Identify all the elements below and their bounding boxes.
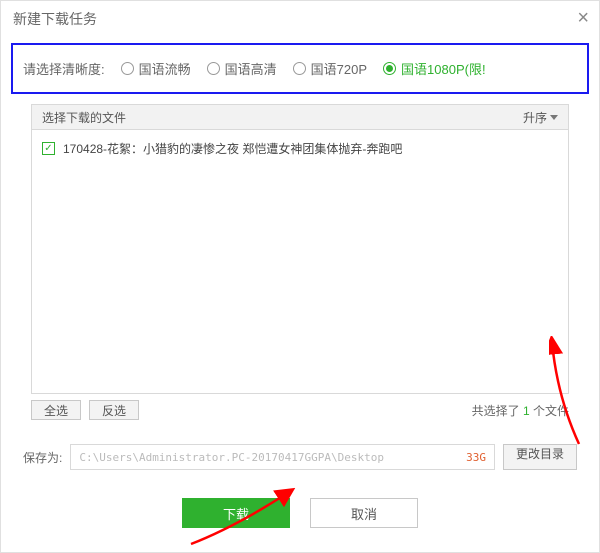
action-row: 下载 取消: [1, 498, 599, 528]
quality-option-label: 国语高清: [225, 59, 277, 78]
radio-icon: [383, 62, 396, 75]
titlebar: 新建下载任务 ×: [1, 1, 599, 37]
selection-bar: 全选 反选 共选择了 1 个文件: [31, 394, 569, 424]
selection-count: 1: [523, 404, 530, 418]
save-label: 保存为:: [23, 449, 62, 466]
selection-info: 共选择了 1 个文件: [472, 402, 569, 419]
quality-label: 请选择清晰度:: [23, 59, 105, 78]
download-dialog: 新建下载任务 × 请选择清晰度: 国语流畅 国语高清 国语720P 国语1080…: [0, 0, 600, 553]
radio-icon: [293, 62, 306, 75]
file-name: 170428-花絮：小猎豹的凄惨之夜 郑恺遭女神团集体抛弃-奔跑吧: [63, 140, 402, 157]
change-directory-button[interactable]: 更改目录: [503, 444, 577, 470]
close-icon[interactable]: ×: [577, 7, 589, 30]
quality-option-0[interactable]: 国语流畅: [121, 59, 191, 78]
select-all-button[interactable]: 全选: [31, 400, 81, 420]
radio-icon: [121, 62, 134, 75]
list-item[interactable]: ✓ 170428-花絮：小猎豹的凄惨之夜 郑恺遭女神团集体抛弃-奔跑吧: [42, 138, 558, 159]
file-list-header-title: 选择下载的文件: [42, 109, 126, 126]
chevron-down-icon: [550, 115, 558, 120]
quality-option-label: 国语1080P(限!: [401, 59, 486, 78]
checkbox-icon[interactable]: ✓: [42, 142, 55, 155]
save-path-row: 保存为: C:\Users\Administrator.PC-20170417G…: [23, 444, 577, 470]
invert-selection-button[interactable]: 反选: [89, 400, 139, 420]
quality-option-1[interactable]: 国语高清: [207, 59, 277, 78]
file-list: ✓ 170428-花絮：小猎豹的凄惨之夜 郑恺遭女神团集体抛弃-奔跑吧: [31, 130, 569, 394]
quality-option-label: 国语720P: [311, 59, 367, 78]
window-title: 新建下载任务: [13, 9, 97, 29]
content-area: 选择下载的文件 升序 ✓ 170428-花絮：小猎豹的凄惨之夜 郑恺遭女神团集体…: [31, 104, 569, 424]
download-button[interactable]: 下载: [182, 498, 290, 528]
selection-info-prefix: 共选择了: [472, 404, 523, 418]
quality-selector: 请选择清晰度: 国语流畅 国语高清 国语720P 国语1080P(限!: [11, 43, 589, 94]
quality-option-label: 国语流畅: [139, 59, 191, 78]
file-list-header: 选择下载的文件 升序: [31, 104, 569, 130]
sort-toggle[interactable]: 升序: [523, 109, 558, 126]
save-path-input[interactable]: C:\Users\Administrator.PC-20170417GGPA\D…: [70, 444, 495, 470]
free-space: 33G: [466, 451, 486, 464]
quality-option-2[interactable]: 国语720P: [293, 59, 367, 78]
radio-icon: [207, 62, 220, 75]
cancel-button[interactable]: 取消: [310, 498, 418, 528]
save-path-text: C:\Users\Administrator.PC-20170417GGPA\D…: [79, 451, 384, 464]
quality-option-3[interactable]: 国语1080P(限!: [383, 59, 486, 78]
sort-label: 升序: [523, 109, 547, 126]
selection-info-suffix: 个文件: [530, 404, 569, 418]
